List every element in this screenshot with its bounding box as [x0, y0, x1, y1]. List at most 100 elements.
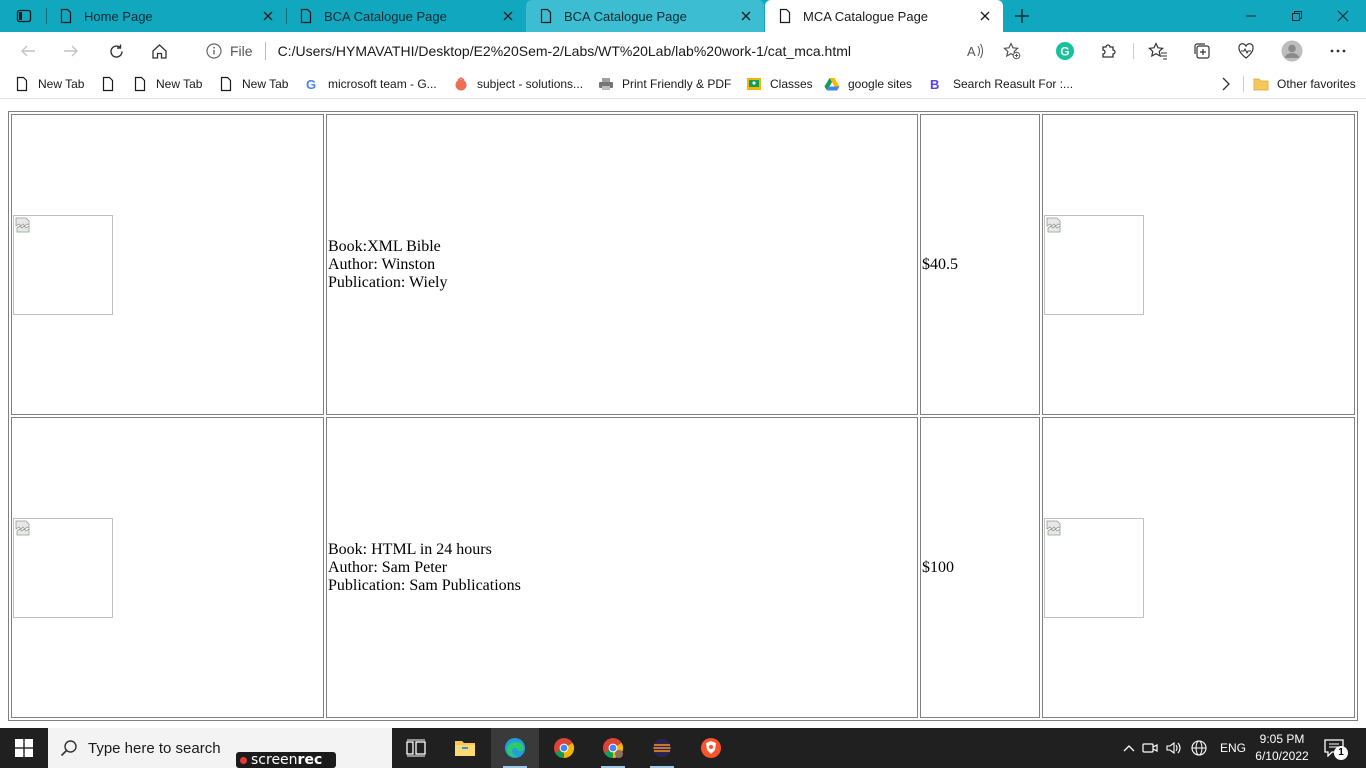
favorite-new-tab-3[interactable]: New Tab	[218, 74, 288, 94]
favorite-google-sites[interactable]: google sites	[824, 74, 912, 94]
chrome-profile-taskbar-button[interactable]	[589, 728, 637, 768]
favorite-label: New Tab	[242, 77, 289, 91]
chevron-up-icon[interactable]	[1120, 744, 1138, 752]
language-indicator[interactable]: ENG	[1220, 741, 1246, 755]
favorites-button[interactable]	[1144, 37, 1172, 65]
notification-center-button[interactable]: 1	[1322, 736, 1348, 760]
tab-title: BCA Catalogue Page	[324, 8, 447, 24]
favorite-new-tab-2[interactable]: New Tab	[132, 74, 202, 94]
book-price: $40.5	[922, 255, 958, 273]
favorite-classes[interactable]: Classes	[746, 74, 813, 94]
book-details-cell: Book:XML Bible Author: Winston Publicati…	[326, 114, 918, 415]
file-explorer-button[interactable]	[441, 728, 489, 768]
read-aloud-icon[interactable]: A	[964, 39, 988, 63]
tab-mca-catalogue[interactable]: MCA Catalogue Page	[765, 0, 1003, 32]
favorite-label: New Tab	[38, 77, 85, 91]
favorite-microsoft-team[interactable]: G microsoft team - G...	[304, 74, 437, 94]
volume-icon[interactable]	[1162, 741, 1186, 755]
favorite-search-result[interactable]: B Search Reasult For :...	[929, 74, 1073, 94]
meet-now-icon[interactable]	[1138, 741, 1162, 755]
book-author: Author: Winston	[328, 255, 436, 273]
favorite-label: google sites	[848, 77, 913, 91]
tab-home-page[interactable]: Home Page	[46, 0, 286, 32]
chrome-taskbar-button[interactable]	[540, 728, 588, 768]
broken-image-icon[interactable]	[1044, 214, 1144, 315]
back-button[interactable]	[14, 37, 42, 65]
book-image-cell	[11, 417, 324, 718]
edge-taskbar-button[interactable]	[491, 728, 539, 768]
favorites-icon	[1148, 42, 1167, 60]
tab-title: MCA Catalogue Page	[803, 8, 929, 24]
close-icon[interactable]	[973, 4, 997, 28]
windows-icon	[15, 739, 33, 757]
catalogue-table: Book:XML Bible Author: Winston Publicati…	[8, 111, 1358, 721]
book-price-cell: $100	[920, 417, 1040, 718]
grammarly-extension[interactable]: G	[1051, 37, 1079, 65]
minimize-button[interactable]	[1228, 0, 1274, 32]
network-globe-icon[interactable]	[1186, 740, 1212, 756]
favorite-new-tab-1[interactable]: New Tab	[14, 74, 84, 94]
close-window-button[interactable]	[1320, 0, 1366, 32]
other-favorites-folder[interactable]: Other favorites	[1253, 74, 1356, 94]
page-icon	[538, 8, 554, 24]
record-dot-icon	[240, 756, 247, 764]
settings-more-button[interactable]	[1324, 37, 1352, 65]
home-button[interactable]	[145, 37, 173, 65]
eclipse-taskbar-button[interactable]	[638, 728, 686, 768]
refresh-button[interactable]	[102, 37, 130, 65]
broken-image-icon[interactable]	[1044, 517, 1144, 618]
task-view-icon	[406, 739, 426, 757]
favorite-subject-solutions[interactable]: subject - solutions...	[453, 74, 583, 94]
home-icon	[151, 43, 167, 59]
add-favorite-icon[interactable]	[1000, 39, 1024, 63]
close-icon[interactable]	[256, 4, 280, 28]
chrome-icon	[554, 738, 575, 759]
grammarly-icon: G	[1056, 42, 1074, 60]
notification-badge: 1	[1334, 746, 1348, 760]
book-price: $100	[922, 558, 954, 576]
avatar	[1281, 40, 1303, 62]
page-icon	[14, 76, 30, 92]
tab-bca-catalogue-1[interactable]: BCA Catalogue Page	[286, 0, 526, 32]
taskbar-clock[interactable]: 9:05 PM 6/10/2022	[1250, 731, 1314, 765]
chrome-icon	[603, 738, 624, 759]
url-text[interactable]: C:/Users/HYMAVATHI/Desktop/E2%20Sem-2/La…	[278, 43, 851, 59]
site-info-button[interactable]: File	[206, 43, 253, 59]
forward-button[interactable]	[57, 37, 85, 65]
collections-icon	[1194, 43, 1210, 59]
collections-button[interactable]	[1188, 37, 1216, 65]
favorite-label: Search Reasult For :...	[953, 77, 1074, 91]
svg-text:A: A	[967, 44, 976, 59]
navigation-bar: File C:/Users/HYMAVATHI/Desktop/E2%20Sem…	[0, 32, 1366, 70]
taskbar-search-input[interactable]: Type here to search	[48, 728, 392, 768]
taskbar: Type here to search screen rec ENG 9:05 P…	[0, 728, 1366, 768]
system-tray: ENG	[1120, 728, 1246, 768]
tab-strip: Home Page BCA Catalogue Page BCA Catalog…	[0, 0, 1366, 32]
start-button[interactable]	[0, 728, 48, 768]
close-icon[interactable]	[496, 4, 520, 28]
book-image-cell	[11, 114, 324, 415]
browser-essentials-button[interactable]	[1232, 37, 1260, 65]
task-view-button[interactable]	[392, 728, 440, 768]
favorites-overflow-button[interactable]	[1218, 74, 1242, 94]
favorite-print-friendly[interactable]: Print Friendly & PDF	[598, 74, 731, 94]
new-tab-button[interactable]	[1010, 4, 1034, 28]
screenrec-watermark: screen rec	[236, 752, 336, 768]
brave-taskbar-button[interactable]	[687, 728, 735, 768]
favorite-blank-page[interactable]	[100, 74, 124, 94]
tab-bca-catalogue-2[interactable]: BCA Catalogue Page	[526, 0, 764, 32]
close-icon[interactable]	[734, 4, 758, 28]
page-content: Book:XML Bible Author: Winston Publicati…	[0, 99, 1366, 728]
tab-actions-icon[interactable]	[8, 4, 40, 28]
extensions-button[interactable]	[1095, 37, 1123, 65]
profile-button[interactable]	[1278, 37, 1306, 65]
toolbar-divider	[1133, 43, 1134, 59]
page-icon	[777, 8, 793, 24]
drive-icon	[824, 76, 840, 92]
screenrec-label-bold: rec	[297, 752, 323, 768]
address-bar[interactable]: File C:/Users/HYMAVATHI/Desktop/E2%20Sem…	[192, 36, 1034, 66]
solutions-icon	[453, 76, 469, 92]
chevron-right-icon	[1218, 76, 1234, 92]
restore-button[interactable]	[1274, 0, 1320, 32]
favorite-label: Other favorites	[1277, 77, 1356, 91]
